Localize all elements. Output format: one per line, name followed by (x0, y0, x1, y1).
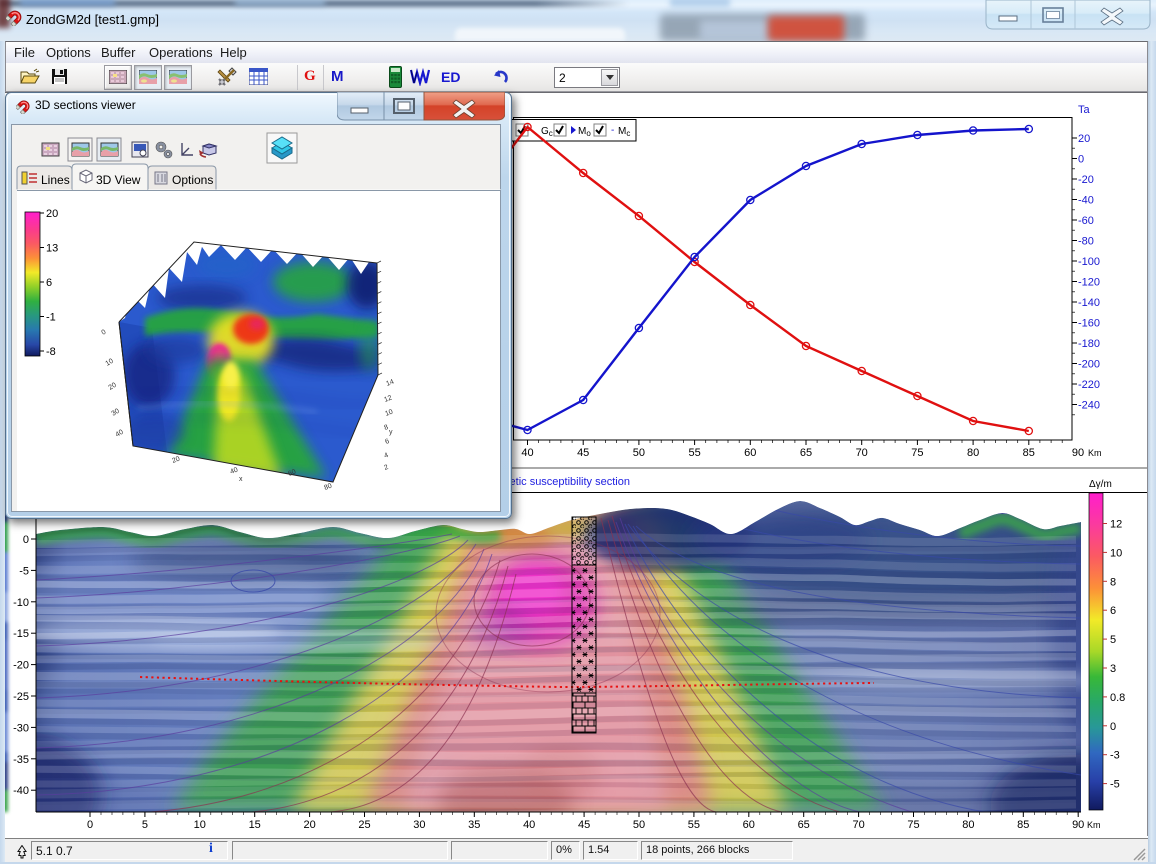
svg-text:55: 55 (688, 819, 700, 831)
svg-text:75: 75 (907, 819, 919, 831)
svg-text:40: 40 (523, 819, 535, 831)
svg-text:0: 0 (101, 329, 108, 337)
svg-text:-60: -60 (1078, 215, 1094, 227)
svg-text:5: 5 (1110, 634, 1116, 646)
svg-text:45: 45 (577, 447, 589, 459)
svg-text:20: 20 (171, 456, 181, 465)
svg-text:45: 45 (578, 819, 590, 831)
svg-text:75: 75 (911, 447, 923, 459)
svg-text:50: 50 (633, 447, 645, 459)
svg-text:-8: -8 (46, 346, 56, 358)
svg-text:60: 60 (743, 819, 755, 831)
svg-text:65: 65 (798, 819, 810, 831)
svg-text:-160: -160 (1078, 318, 1100, 330)
svg-text:40: 40 (115, 429, 125, 439)
svg-text:90: 90 (1072, 447, 1084, 459)
svg-text:-200: -200 (1078, 359, 1100, 371)
svg-text:3D View: 3D View (96, 173, 141, 187)
svg-text:80: 80 (962, 819, 974, 831)
svg-text:y: y (389, 429, 393, 436)
svg-text:-100: -100 (1078, 256, 1100, 268)
svg-text:0: 0 (23, 534, 29, 546)
svg-text:-10: -10 (13, 597, 29, 609)
svg-text:-25: -25 (13, 691, 29, 703)
svg-text:80: 80 (967, 447, 979, 459)
svg-text:65: 65 (800, 447, 812, 459)
svg-text:2: 2 (383, 464, 389, 472)
svg-text:x: x (239, 476, 243, 483)
svg-text:-5: -5 (19, 565, 29, 577)
svg-text:13: 13 (46, 243, 58, 255)
svg-text:-20: -20 (13, 660, 29, 672)
svg-text:-40: -40 (13, 785, 29, 797)
svg-text:-5: -5 (1110, 779, 1120, 791)
svg-text:85: 85 (1017, 819, 1029, 831)
svg-text:0: 0 (1110, 721, 1116, 733)
svg-text:15: 15 (249, 819, 261, 831)
svg-text:20: 20 (46, 208, 58, 220)
svg-text:10: 10 (1110, 547, 1122, 559)
svg-text:20: 20 (303, 819, 315, 831)
svg-text:Km: Km (1088, 448, 1102, 458)
svg-text:-80: -80 (1078, 236, 1094, 248)
svg-text:-: - (611, 125, 614, 136)
svg-text:20: 20 (108, 382, 118, 392)
svg-text:-240: -240 (1078, 400, 1100, 412)
svg-text:30: 30 (413, 819, 425, 831)
svg-text:10: 10 (105, 358, 115, 368)
svg-text:Km: Km (1087, 820, 1101, 830)
svg-text:14: 14 (385, 379, 395, 388)
svg-text:-30: -30 (13, 722, 29, 734)
svg-text:0: 0 (1078, 154, 1084, 166)
svg-text:10: 10 (384, 409, 394, 418)
svg-text:40: 40 (521, 447, 533, 459)
svg-text:6: 6 (1110, 605, 1116, 617)
svg-text:30: 30 (111, 408, 121, 418)
svg-text:Ta: Ta (1078, 104, 1091, 116)
svg-text:4: 4 (383, 452, 389, 460)
svg-text:6: 6 (46, 277, 52, 289)
svg-text:40: 40 (229, 467, 239, 476)
svg-text:12: 12 (383, 395, 393, 404)
svg-text:0: 0 (87, 819, 93, 831)
svg-text:5: 5 (142, 819, 148, 831)
svg-text:90: 90 (1072, 819, 1084, 831)
svg-text:Options: Options (172, 173, 213, 187)
svg-text:20: 20 (1078, 133, 1090, 145)
svg-text:85: 85 (1023, 447, 1035, 459)
svg-text:-40: -40 (1078, 195, 1094, 207)
svg-text:-20: -20 (1078, 174, 1094, 186)
svg-text:50: 50 (633, 819, 645, 831)
svg-text:-15: -15 (13, 628, 29, 640)
svg-text:-180: -180 (1078, 338, 1100, 350)
svg-text:55: 55 (688, 447, 700, 459)
svg-text:Lines: Lines (41, 173, 70, 187)
svg-text:80: 80 (323, 483, 333, 492)
svg-text:8: 8 (1110, 576, 1116, 588)
svg-text:0.8: 0.8 (1110, 692, 1125, 704)
svg-text:6: 6 (384, 438, 390, 446)
svg-text:12: 12 (1110, 519, 1122, 531)
svg-text:-220: -220 (1078, 379, 1100, 391)
svg-text:-3: -3 (1110, 750, 1120, 762)
svg-text:60: 60 (744, 447, 756, 459)
svg-text:3: 3 (1110, 663, 1116, 675)
svg-text:Δγ/m: Δγ/m (1089, 479, 1112, 490)
svg-text:25: 25 (358, 819, 370, 831)
svg-text:70: 70 (856, 447, 868, 459)
svg-text:-1: -1 (46, 312, 56, 324)
svg-text:70: 70 (852, 819, 864, 831)
svg-text:-120: -120 (1078, 277, 1100, 289)
svg-text:-140: -140 (1078, 297, 1100, 309)
svg-text:35: 35 (468, 819, 480, 831)
svg-text:-35: -35 (13, 754, 29, 766)
svg-text:10: 10 (194, 819, 206, 831)
